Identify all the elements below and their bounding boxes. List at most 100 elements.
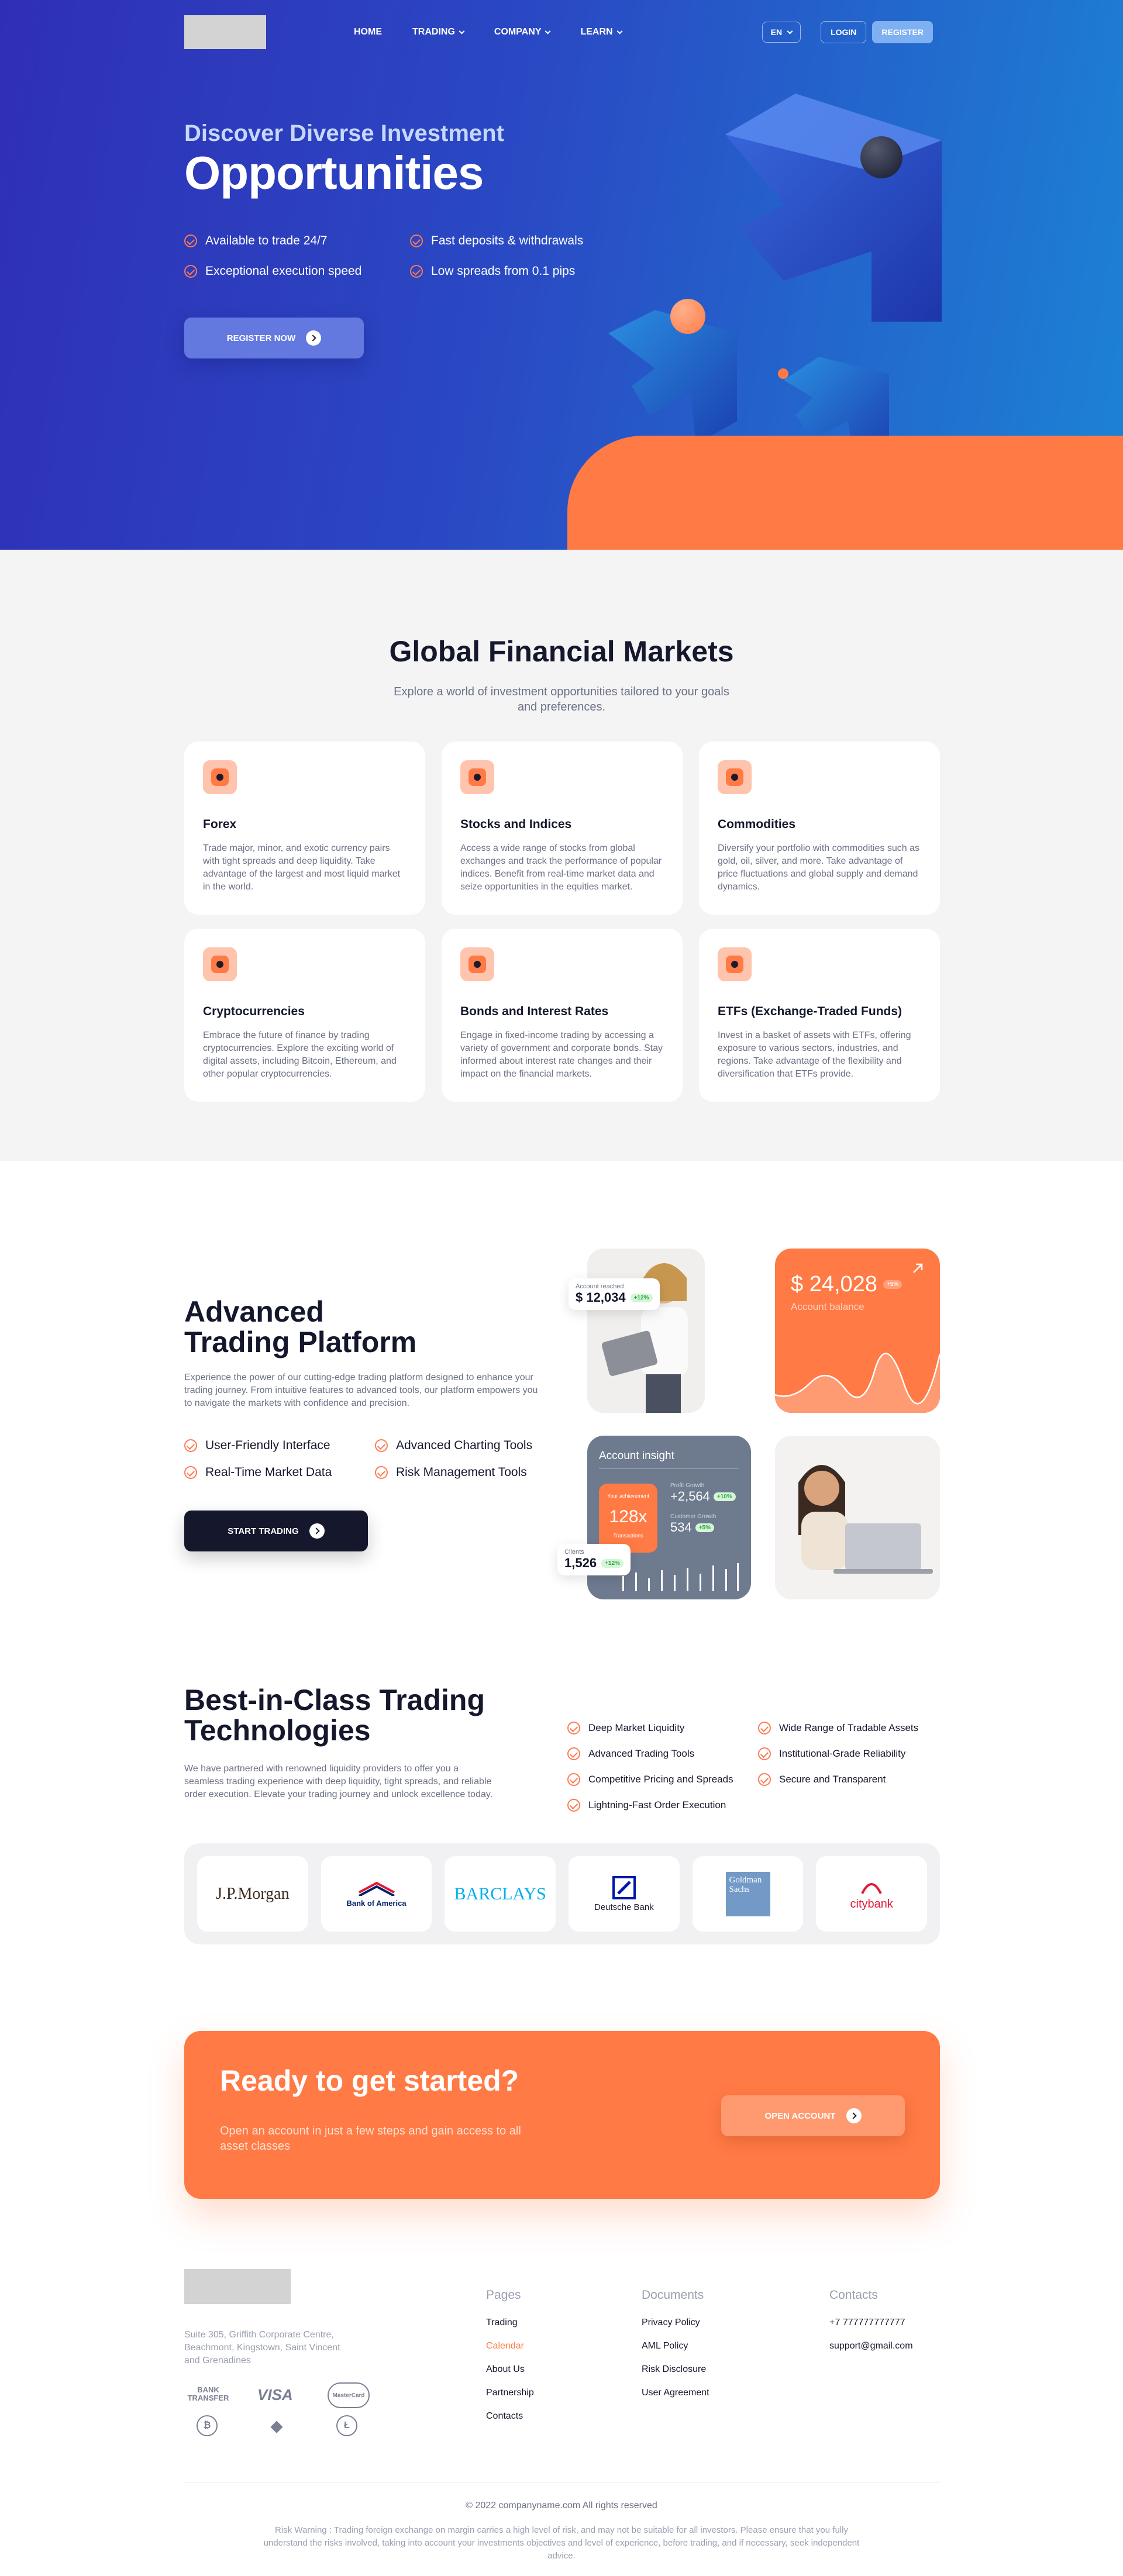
- menu-home[interactable]: HOME: [354, 27, 382, 37]
- tech-item: Lightning-Fast Order Execution: [567, 1799, 758, 1812]
- market-card-commodities[interactable]: Commodities Diversify your portfolio wit…: [699, 742, 940, 915]
- register-button[interactable]: REGISTER: [872, 21, 933, 43]
- check-circle-icon: [758, 1722, 771, 1734]
- check-circle-icon: [758, 1773, 771, 1786]
- hero-feature: Fast deposits & withdrawals: [410, 234, 603, 248]
- market-card-etfs[interactable]: ETFs (Exchange-Traded Funds) Invest in a…: [699, 929, 940, 1102]
- check-circle-icon: [567, 1799, 580, 1812]
- arrow-right-icon: [306, 330, 322, 346]
- hero-feature: Available to trade 24/7: [184, 234, 410, 248]
- commodities-icon: [718, 760, 752, 794]
- hero-title: Opportunities: [184, 147, 484, 199]
- check-circle-icon: [567, 1747, 580, 1760]
- footer-documents: Documents Privacy Policy AML Policy Risk…: [642, 2288, 709, 2398]
- crypto-icon: [203, 947, 237, 981]
- market-card-crypto[interactable]: Cryptocurrencies Embrace the future of f…: [184, 929, 425, 1102]
- cta-description: Open an account in just a few steps and …: [220, 2125, 521, 2153]
- insight-bar-chart: [622, 1563, 739, 1591]
- bank-logo-bofa: Bank of America: [321, 1856, 432, 1932]
- register-now-button[interactable]: REGISTER NOW: [184, 318, 364, 358]
- markets-section: Global Financial Markets Explore a world…: [0, 550, 1123, 1161]
- language-selector[interactable]: EN: [762, 22, 801, 43]
- start-trading-button[interactable]: START TRADING: [184, 1511, 368, 1551]
- chevron-down-icon: [545, 28, 551, 34]
- check-circle-icon: [567, 1722, 580, 1734]
- arrow-up-right-icon: [913, 1263, 923, 1273]
- markets-title: Global Financial Markets: [389, 635, 734, 668]
- login-button[interactable]: LOGIN: [821, 21, 867, 43]
- card-title: Bonds and Interest Rates: [460, 1005, 609, 1018]
- percent-icon: [460, 947, 494, 981]
- hero-features: Available to trade 24/7 Fast deposits & …: [184, 234, 603, 278]
- footer-link-risk[interactable]: Risk Disclosure: [642, 2364, 709, 2375]
- market-card-bonds[interactable]: Bonds and Interest Rates Engage in fixed…: [442, 929, 683, 1102]
- litecoin-icon: Ł: [336, 2415, 357, 2436]
- tech-title: Best-in-Class Trading Technologies: [184, 1684, 485, 1747]
- markets-cards: Forex Trade major, minor, and exotic cur…: [184, 742, 940, 1102]
- check-circle-icon: [184, 265, 197, 278]
- footer-phone[interactable]: +7 777777777777: [829, 2318, 913, 2328]
- person-illustration: [601, 1263, 688, 1413]
- check-circle-icon: [184, 1466, 197, 1479]
- footer-copyright: © 2022 companyname.com All rights reserv…: [466, 2501, 657, 2511]
- hero-3d-arrows-illustration: [608, 94, 942, 462]
- tech-list: Deep Market Liquidity Wide Range of Trad…: [567, 1722, 933, 1812]
- main-menu: HOME TRADING COMPANY LEARN: [354, 27, 623, 37]
- bank-logo-citybank: citybank: [816, 1856, 928, 1932]
- check-circle-icon: [410, 265, 423, 278]
- card-text: Diversify your portfolio with commoditie…: [718, 843, 920, 892]
- tech-item: Secure and Transparent: [758, 1773, 933, 1786]
- platform-description: Experience the power of our cutting-edge…: [184, 1373, 538, 1408]
- dark-sphere: [860, 136, 902, 178]
- platform-feature: User-Friendly Interface: [184, 1439, 375, 1453]
- open-account-button[interactable]: OPEN ACCOUNT: [721, 2095, 905, 2136]
- check-circle-icon: [567, 1773, 580, 1786]
- small-orange-sphere: [778, 368, 788, 379]
- photo-woman-laptop: [587, 1249, 705, 1413]
- market-card-stocks[interactable]: Stocks and Indices Access a wide range o…: [442, 742, 683, 915]
- footer-email[interactable]: support@gmail.com: [829, 2341, 913, 2351]
- footer-link-agreement[interactable]: User Agreement: [642, 2388, 709, 2398]
- deutsche-bank-logo-icon: [612, 1875, 636, 1899]
- card-title: Cryptocurrencies: [203, 1005, 305, 1018]
- markets-description: Explore a world of investment opportunit…: [394, 685, 729, 713]
- account-reached-widget: Account reached $ 12,034 +12%: [569, 1278, 660, 1310]
- card-text: Access a wide range of stocks from globa…: [460, 843, 662, 892]
- footer-link-contacts[interactable]: Contacts: [486, 2411, 534, 2422]
- hero-section: HOME TRADING COMPANY LEARN EN LOGIN REGI…: [0, 0, 1123, 550]
- menu-trading[interactable]: TRADING: [412, 27, 465, 37]
- mastercard-logo: MasterCard: [328, 2382, 370, 2408]
- footer-link-partnership[interactable]: Partnership: [486, 2388, 534, 2398]
- visa-logo: VISA: [257, 2386, 293, 2403]
- footer-link-privacy[interactable]: Privacy Policy: [642, 2318, 709, 2328]
- check-circle-icon: [375, 1439, 388, 1452]
- forex-icon: [203, 760, 237, 794]
- platform-feature: Risk Management Tools: [375, 1465, 550, 1480]
- footer-contacts: Contacts +7 777777777777 support@gmail.c…: [829, 2288, 913, 2351]
- footer-link-about[interactable]: About Us: [486, 2364, 534, 2375]
- tech-description: We have partnered with renowned liquidit…: [184, 1764, 493, 1799]
- hero-orange-shape: [567, 436, 1123, 550]
- account-balance-card[interactable]: $ 24,028 +5% Account balance: [775, 1249, 940, 1413]
- footer-address: Suite 305, Griffith Corporate Centre, Be…: [184, 2330, 340, 2365]
- cta-title: Ready to get started?: [220, 2064, 519, 2097]
- card-text: Trade major, minor, and exotic currency …: [203, 843, 401, 892]
- citybank-arc-icon: [861, 1882, 882, 1894]
- card-title: Forex: [203, 818, 237, 831]
- card-title: Commodities: [718, 818, 796, 831]
- arrow-right-icon: [846, 2108, 862, 2123]
- logo-placeholder[interactable]: [184, 15, 266, 49]
- market-card-forex[interactable]: Forex Trade major, minor, and exotic cur…: [184, 742, 425, 915]
- footer-link-trading[interactable]: Trading: [486, 2318, 534, 2328]
- tech-item: Institutional-Grade Reliability: [758, 1747, 933, 1760]
- menu-learn[interactable]: LEARN: [580, 27, 623, 37]
- stocks-chart-icon: [460, 760, 494, 794]
- footer-link-aml[interactable]: AML Policy: [642, 2341, 709, 2351]
- footer-logo-placeholder[interactable]: [184, 2269, 291, 2304]
- partner-banks: J.P.Morgan Bank of America BARCLAYS Deut…: [184, 1843, 940, 1944]
- nav-actions: EN LOGIN REGISTER: [762, 21, 933, 43]
- bitcoin-icon: ₿: [197, 2415, 218, 2436]
- menu-company[interactable]: COMPANY: [494, 27, 551, 37]
- platform-title: Advanced Trading Platform: [184, 1295, 417, 1358]
- footer-link-calendar[interactable]: Calendar: [486, 2341, 534, 2351]
